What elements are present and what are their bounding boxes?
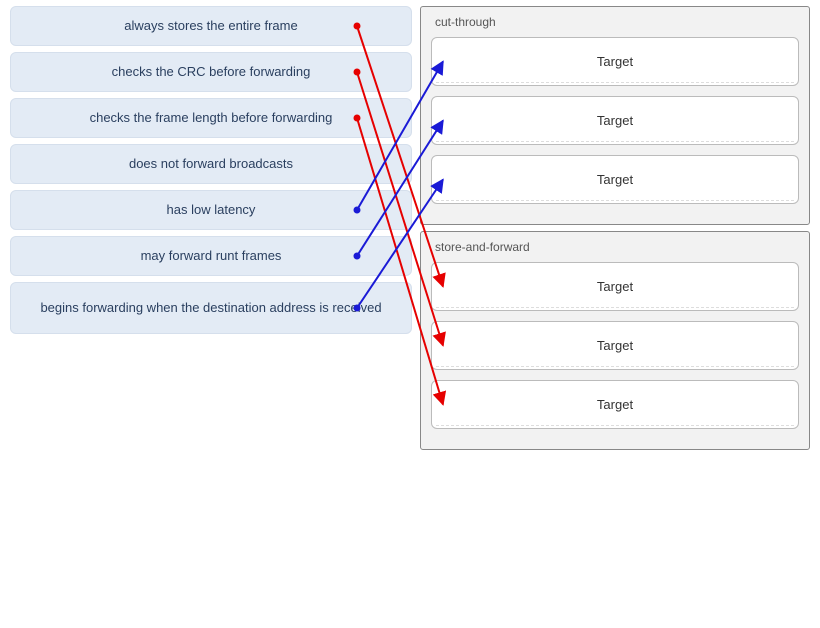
source-item[interactable]: checks the CRC before forwarding [10, 52, 412, 92]
group-label: cut-through [427, 11, 803, 37]
source-item[interactable]: begins forwarding when the destination a… [10, 282, 412, 334]
source-item[interactable]: does not forward broadcasts [10, 144, 412, 184]
drop-target[interactable]: Target [431, 155, 799, 204]
source-item[interactable]: may forward runt frames [10, 236, 412, 276]
source-item[interactable]: always stores the entire frame [10, 6, 412, 46]
group-store-and-forward: store-and-forward Target Target Target [420, 231, 810, 450]
source-item[interactable]: has low latency [10, 190, 412, 230]
group-cut-through: cut-through Target Target Target [420, 6, 810, 225]
target-groups: cut-through Target Target Target store-a… [420, 0, 820, 628]
group-label: store-and-forward [427, 236, 803, 262]
drop-target[interactable]: Target [431, 96, 799, 145]
source-item[interactable]: checks the frame length before forwardin… [10, 98, 412, 138]
drop-target[interactable]: Target [431, 321, 799, 370]
source-list: always stores the entire frame checks th… [0, 0, 420, 628]
drop-target[interactable]: Target [431, 37, 799, 86]
drop-target[interactable]: Target [431, 262, 799, 311]
drop-target[interactable]: Target [431, 380, 799, 429]
